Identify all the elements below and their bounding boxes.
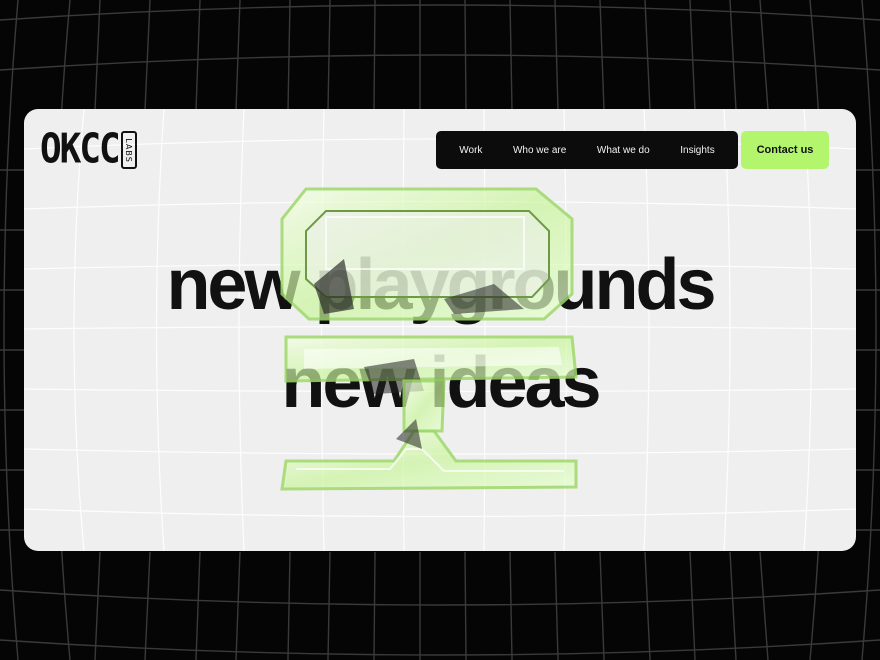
glass-logo-sculpture: [280, 187, 578, 491]
hero-card: OKCC LABS Work Who we are What we do Ins…: [24, 109, 856, 551]
hero-section: new playgrounds new ideas: [24, 109, 856, 551]
